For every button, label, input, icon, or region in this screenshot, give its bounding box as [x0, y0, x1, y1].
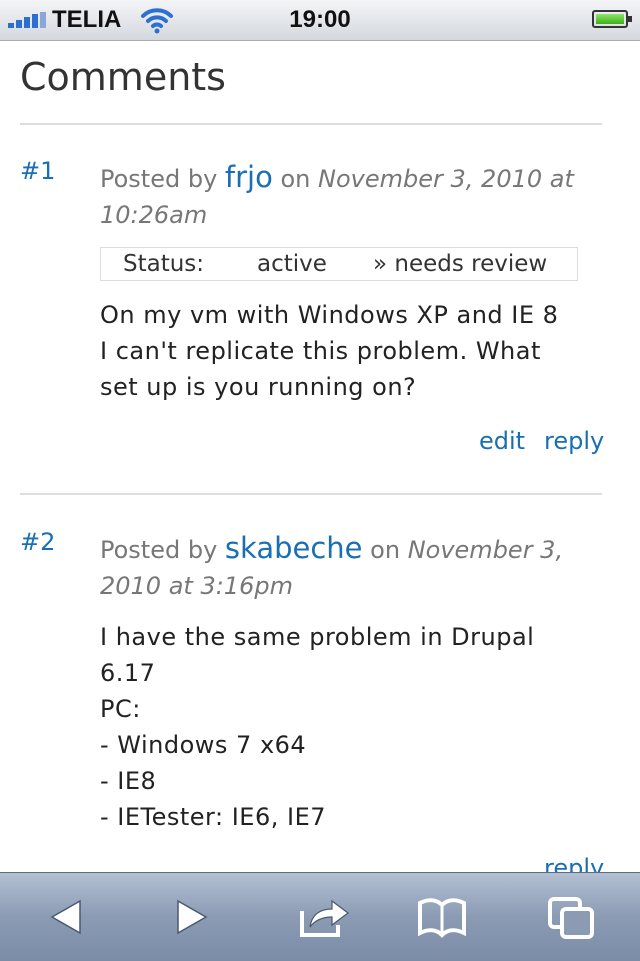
on-label: on — [280, 165, 311, 193]
post-date: November 3, 2010 at — [318, 165, 574, 193]
comment-number[interactable]: #1 — [20, 157, 55, 185]
divider — [20, 493, 602, 495]
comment-meta: Posted by frjo on November 3, 2010 at 10… — [100, 159, 600, 233]
post-time: 10:26am — [100, 201, 208, 229]
status-to: » needs review — [373, 251, 548, 277]
tabs-icon[interactable] — [544, 893, 600, 941]
post-date: November 3, — [407, 536, 564, 564]
posted-by-label: Posted by — [100, 165, 218, 193]
reply-link[interactable]: reply — [544, 427, 604, 455]
clock: 19:00 — [289, 6, 351, 33]
back-arrow-icon[interactable] — [38, 893, 94, 941]
page-content[interactable]: Comments #1 Posted by frjo on November 3… — [0, 41, 640, 872]
post-time: 2010 at 3:16pm — [100, 572, 293, 600]
status-change-box: Status: active » needs review — [100, 247, 578, 281]
edit-link[interactable]: edit — [479, 427, 525, 455]
status-bar: TELIA 19:00 — [0, 0, 640, 41]
bookmarks-icon[interactable] — [414, 893, 470, 941]
share-icon[interactable] — [296, 893, 352, 941]
comment-body: I have the same problem in Drupal 6.17 P… — [100, 623, 535, 831]
reply-link[interactable]: reply — [544, 854, 604, 872]
divider — [20, 123, 602, 125]
forward-arrow-icon[interactable] — [164, 893, 220, 941]
author-link[interactable]: skabeche — [225, 531, 363, 565]
comment-body: On my vm with Windows XP and IE 8 I can'… — [100, 301, 559, 401]
comment-meta: Posted by skabeche on November 3, 2010 a… — [100, 530, 600, 604]
page-title: Comments — [20, 55, 226, 99]
on-label: on — [370, 536, 401, 564]
author-link[interactable]: frjo — [225, 160, 273, 194]
posted-by-label: Posted by — [100, 536, 218, 564]
battery-icon — [592, 10, 632, 28]
browser-toolbar — [0, 872, 640, 961]
status-from: active — [257, 251, 327, 277]
status-label: Status: — [123, 251, 205, 277]
comment-number[interactable]: #2 — [20, 528, 55, 556]
